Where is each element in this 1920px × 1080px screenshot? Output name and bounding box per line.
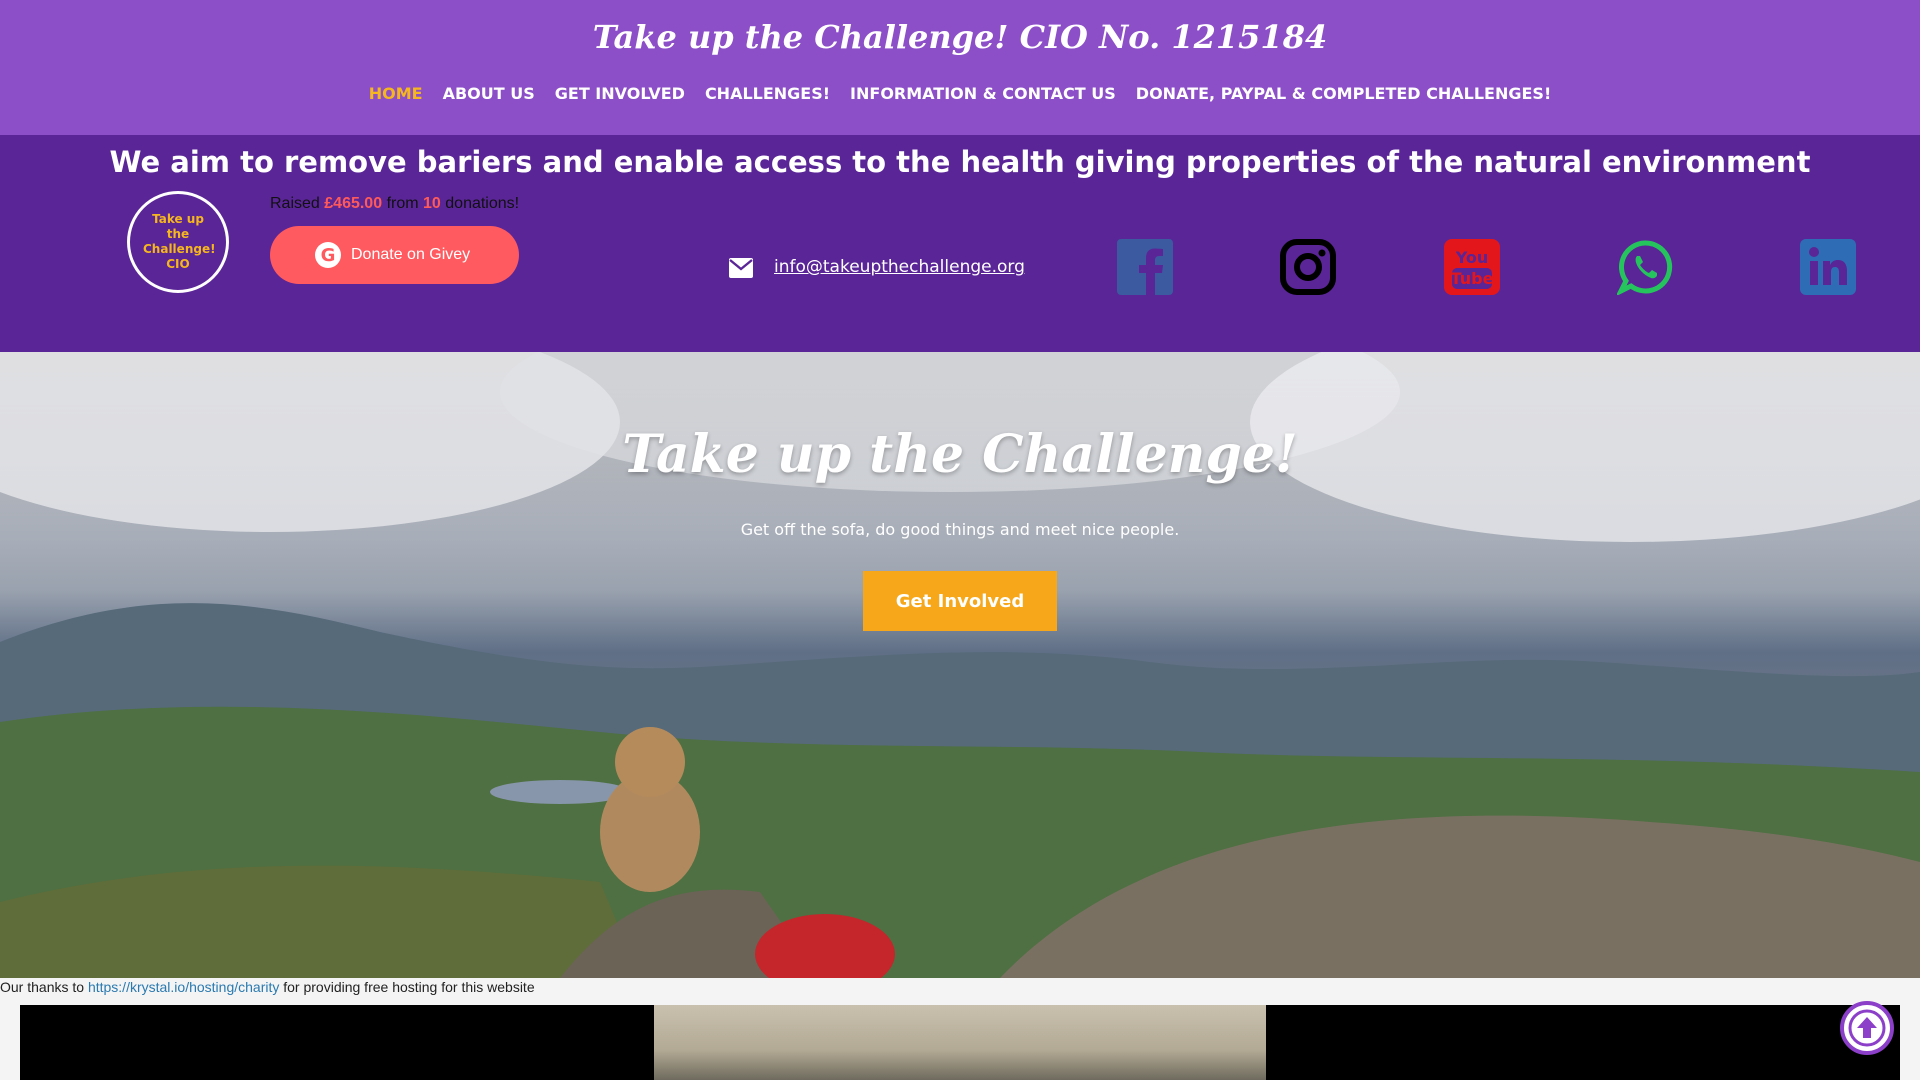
facebook-icon[interactable] (1117, 239, 1173, 295)
get-involved-button[interactable]: Get Involved (863, 571, 1057, 631)
linkedin-icon[interactable] (1800, 239, 1856, 295)
thanks-suffix: for providing free hosting for this webs… (283, 979, 535, 995)
youtube-text-you: You (1455, 248, 1489, 267)
raised-text: Raised £465.00 from 10 donations! (270, 195, 519, 213)
donation-count: 10 (423, 195, 441, 212)
aim-statement: We aim to remove bariers and enable acce… (109, 145, 1811, 179)
info-band: We aim to remove bariers and enable acce… (0, 135, 1920, 352)
hosting-thanks: Our thanks to https://krystal.io/hosting… (0, 979, 1920, 999)
nav-home[interactable]: HOME (369, 84, 423, 103)
nav-donate-paypal[interactable]: DONATE, PAYPAL & COMPLETED CHALLENGES! (1136, 84, 1551, 103)
youtube-text-tube: Tube (1451, 269, 1494, 288)
envelope-icon (729, 258, 753, 278)
instagram-icon[interactable] (1280, 239, 1336, 295)
photo-preview[interactable] (654, 1005, 1266, 1080)
main-nav: HOME ABOUT US GET INVOLVED CHALLENGES! I… (0, 84, 1920, 103)
youtube-icon[interactable]: You Tube (1444, 239, 1500, 295)
raised-prefix: Raised (270, 195, 320, 212)
logo-text: Take up the Challenge! CIO (143, 212, 216, 271)
raised-suffix: donations! (445, 195, 520, 212)
nav-information-contact[interactable]: INFORMATION & CONTACT US (850, 84, 1116, 103)
site-title[interactable]: Take up the Challenge! CIO No. 1215184 (0, 18, 1920, 56)
donate-givey-button[interactable]: G Donate on Givey (270, 226, 519, 284)
thanks-prefix: Our thanks to (0, 979, 85, 995)
hero-title: Take up the Challenge! (622, 424, 1298, 485)
whatsapp-icon[interactable] (1617, 239, 1673, 295)
givey-icon: G (315, 242, 341, 268)
site-header: Take up the Challenge! CIO No. 1215184 H… (0, 0, 1920, 135)
nav-get-involved[interactable]: GET INVOLVED (555, 84, 685, 103)
raised-amount: £465.00 (324, 195, 383, 212)
nav-about-us[interactable]: ABOUT US (443, 84, 535, 103)
arrow-up-icon (1848, 1009, 1886, 1047)
hero-subtitle: Get off the sofa, do good things and mee… (740, 520, 1180, 539)
hero-section: Take up the Challenge! Get off the sofa,… (0, 352, 1920, 978)
email-link[interactable]: info@takeupthechallenge.org (774, 257, 1025, 277)
raised-from: from (386, 195, 419, 212)
donate-label: Donate on Givey (351, 246, 471, 263)
scroll-to-top-button[interactable] (1840, 1001, 1894, 1055)
nav-challenges[interactable]: CHALLENGES! (705, 84, 830, 103)
charity-logo[interactable]: Take up the Challenge! CIO (127, 191, 229, 293)
krystal-link[interactable]: https://krystal.io/hosting/charity (88, 979, 279, 995)
